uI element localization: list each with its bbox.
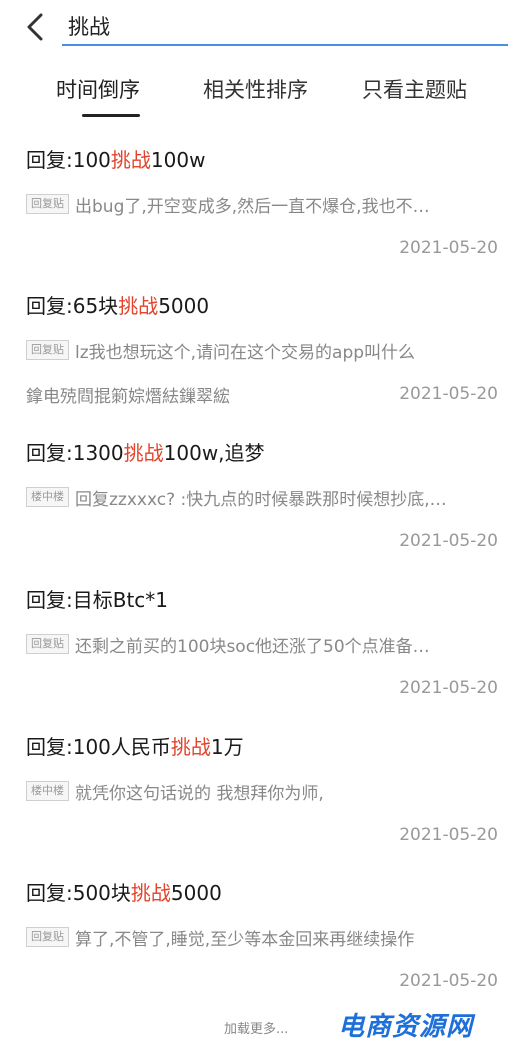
post-type-tag: 楼中楼 [26, 781, 69, 801]
snippet-text: 出bug了,开空变成多,然后一直不爆仓,我也不… [75, 196, 430, 217]
post-date: 2021-05-20 [399, 678, 498, 698]
post-item[interactable]: 回复:500块挑战5000 回复贴 算了,不管了,睡觉,至少等本金回来再继续操作… [0, 877, 516, 1023]
post-title: 回复:100挑战100w [26, 148, 206, 172]
sort-tabs: 时间倒序 相关性排序 只看主题贴 [0, 66, 516, 120]
post-item[interactable]: 回复:65块挑战5000 回复贴 lz我也想玩这个,请问在这个交易的app叫什么… [0, 290, 516, 436]
chevron-left-icon [27, 13, 43, 41]
keyword-highlight: 挑战 [123, 441, 164, 465]
search-input[interactable] [62, 8, 508, 44]
snippet-extra-line: 鎿电殑閰掍箣婃熸紶鏁翠綋 [26, 387, 230, 407]
snippet-text: 回复zzxxxc? :快九点的时候暴跌那时候想抄底,… [75, 489, 447, 510]
post-title: 回复:65块挑战5000 [26, 294, 210, 318]
keyword-highlight: 挑战 [110, 148, 151, 172]
snippet-text: 算了,不管了,睡觉,至少等本金回来再继续操作 [75, 929, 415, 950]
post-snippet: 楼中楼 回复zzxxxc? :快九点的时候暴跌那时候想抄底,… [26, 483, 496, 511]
post-snippet: 回复贴 出bug了,开空变成多,然后一直不爆仓,我也不… [26, 190, 496, 218]
post-date: 2021-05-20 [399, 384, 498, 404]
post-type-tag: 回复贴 [26, 340, 69, 360]
post-title: 回复:1300挑战100w,追梦 [26, 441, 265, 465]
tab-time-desc[interactable]: 时间倒序 [56, 74, 140, 104]
post-snippet: 回复贴 还剩之前买的100块soc他还涨了50个点准备… [26, 630, 496, 658]
post-snippet: 回复贴 lz我也想玩这个,请问在这个交易的app叫什么 [26, 336, 496, 364]
post-title: 回复:500块挑战5000 [26, 881, 222, 905]
snippet-text: lz我也想玩这个,请问在这个交易的app叫什么 [75, 342, 416, 363]
post-type-tag: 楼中楼 [26, 487, 69, 507]
active-tab-indicator [82, 114, 140, 117]
watermark-logo: 电商资源网 [338, 1012, 474, 1041]
keyword-highlight: 挑战 [130, 881, 171, 905]
post-item[interactable]: 回复:100人民币挑战1万 楼中楼 就凭你这句话说的 我想拜你为师, 2021-… [0, 731, 516, 877]
post-type-tag: 回复贴 [26, 927, 69, 947]
snippet-text: 就凭你这句话说的 我想拜你为师, [75, 783, 324, 804]
post-date: 2021-05-20 [399, 825, 498, 845]
post-date: 2021-05-20 [399, 971, 498, 991]
search-box[interactable] [62, 8, 508, 46]
post-item[interactable]: 回复:100挑战100w 回复贴 出bug了,开空变成多,然后一直不爆仓,我也不… [0, 144, 516, 290]
post-date: 2021-05-20 [399, 238, 498, 258]
post-type-tag: 回复贴 [26, 194, 69, 214]
post-title: 回复:100人民币挑战1万 [26, 735, 244, 759]
top-bar [0, 0, 516, 58]
post-snippet: 回复贴 算了,不管了,睡觉,至少等本金回来再继续操作 [26, 923, 496, 951]
post-date: 2021-05-20 [399, 531, 498, 551]
back-button[interactable] [18, 10, 52, 44]
post-type-tag: 回复贴 [26, 634, 69, 654]
post-item[interactable]: 回复:目标Btc*1 回复贴 还剩之前买的100块soc他还涨了50个点准备… … [0, 584, 516, 730]
load-more-button[interactable]: 加载更多... [224, 1018, 288, 1037]
snippet-text: 还剩之前买的100块soc他还涨了50个点准备… [75, 636, 430, 657]
post-title: 回复:目标Btc*1 [26, 588, 169, 612]
post-item[interactable]: 回复:1300挑战100w,追梦 楼中楼 回复zzxxxc? :快九点的时候暴跌… [0, 437, 516, 583]
keyword-highlight: 挑战 [170, 735, 211, 759]
post-snippet: 楼中楼 就凭你这句话说的 我想拜你为师, [26, 777, 496, 805]
keyword-highlight: 挑战 [118, 294, 159, 318]
tab-topic-only[interactable]: 只看主题贴 [362, 74, 467, 104]
tab-relevance[interactable]: 相关性排序 [203, 74, 308, 104]
